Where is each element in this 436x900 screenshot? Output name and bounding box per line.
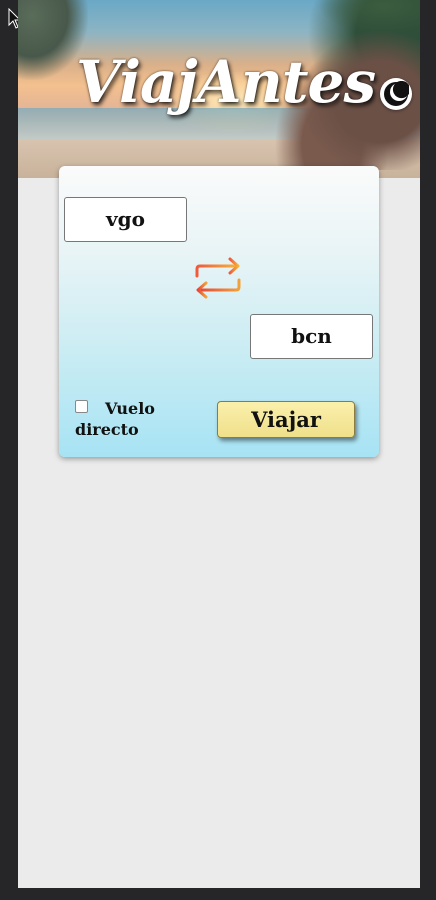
swap-arrows-icon[interactable] — [192, 256, 246, 300]
moon-icon — [384, 81, 409, 106]
header-banner: ViajAntes — [18, 0, 420, 178]
direct-flight-label[interactable]: Vuelo directo — [75, 398, 185, 440]
app-viewport: ViajAntes vgo bcn Vuelo directo Viajar — [18, 0, 420, 888]
destination-input[interactable]: bcn — [250, 314, 373, 359]
search-flights-button[interactable]: Viajar — [217, 401, 355, 438]
origin-input[interactable]: vgo — [64, 197, 187, 242]
theme-toggle-button[interactable] — [380, 78, 412, 110]
brand-title: ViajAntes — [76, 48, 376, 116]
flight-search-card: vgo bcn Vuelo directo Viajar — [59, 166, 379, 457]
direct-flight-option: Vuelo directo — [75, 398, 185, 440]
direct-flight-checkbox[interactable] — [75, 400, 88, 413]
banner-palm — [318, 0, 420, 34]
